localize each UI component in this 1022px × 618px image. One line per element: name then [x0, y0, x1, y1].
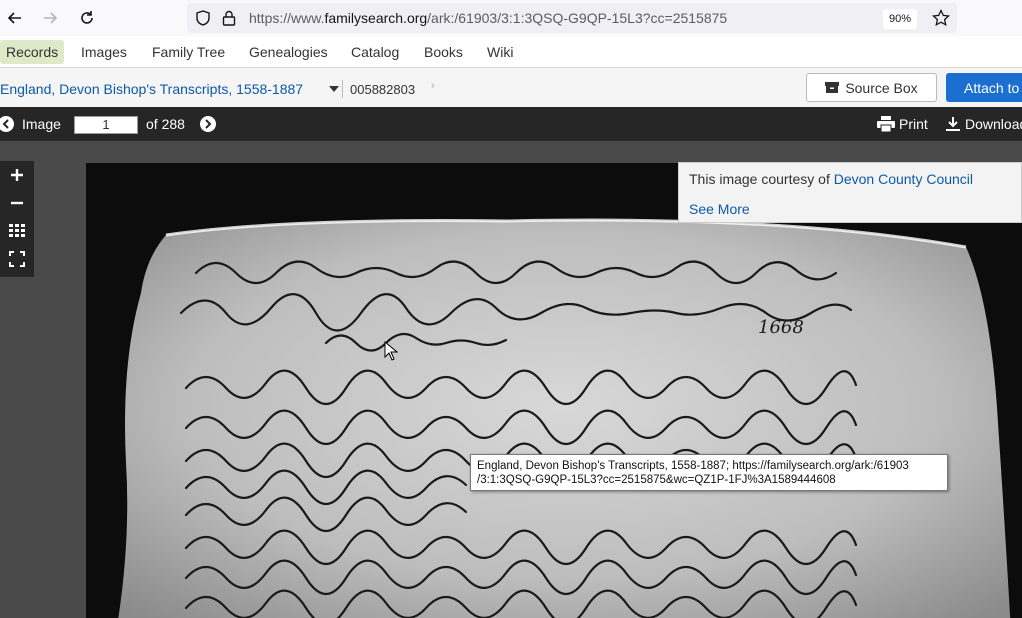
url-text[interactable]: https://www.familysearch.org/ark:/61903/… — [249, 10, 727, 26]
tracking-shield-icon[interactable] — [195, 10, 211, 26]
url-prefix: https://www. — [249, 10, 325, 26]
browser-toolbar: https://www.familysearch.org/ark:/61903/… — [0, 0, 1022, 36]
forward-arrow-icon — [44, 12, 58, 24]
courtesy-line: This image courtesy of Devon County Coun… — [689, 171, 973, 187]
fullscreen-button[interactable] — [0, 245, 34, 273]
back-button[interactable] — [3, 6, 27, 30]
nav-catalog[interactable]: Catalog — [347, 40, 403, 64]
chevron-right-icon — [205, 119, 212, 129]
nav-books[interactable]: Books — [420, 40, 467, 64]
minus-icon — [11, 201, 23, 205]
printer-icon — [877, 116, 895, 132]
url-host: familysearch.org — [324, 10, 428, 26]
fullscreen-icon — [9, 251, 25, 267]
chevron-right-icon: › — [431, 80, 435, 92]
tooltip-line-2: /3:1:3QSQ-G9QP-15L3?cc=2515875&wc=QZ1P-1… — [477, 474, 836, 486]
citation-tooltip: England, Devon Bishop's Transcripts, 155… — [470, 454, 948, 491]
collection-title-link[interactable]: England, Devon Bishop's Transcripts, 155… — [0, 81, 303, 97]
image-label: Image — [22, 116, 61, 132]
page-number-input[interactable]: 1 — [74, 116, 138, 134]
page-count-label: of 288 — [146, 116, 185, 132]
nav-family-tree[interactable]: Family Tree — [148, 40, 229, 64]
download-icon — [946, 117, 960, 131]
download-button[interactable]: Download — [945, 116, 1022, 132]
gallery-view-button[interactable] — [0, 217, 34, 245]
see-more-link[interactable]: See More — [689, 201, 750, 217]
next-image-button[interactable] — [200, 116, 216, 132]
devon-council-link[interactable]: Devon County Council — [834, 171, 973, 187]
zoom-level-badge[interactable]: 90% — [883, 9, 917, 29]
bookmark-star-icon[interactable] — [932, 9, 950, 27]
lock-icon[interactable] — [222, 10, 236, 26]
site-navigation: Records Images Family Tree Genealogies C… — [0, 36, 1022, 68]
nav-images[interactable]: Images — [77, 40, 131, 64]
print-button[interactable]: Print — [877, 116, 928, 132]
source-box-label: Source Box — [845, 79, 918, 96]
forward-button[interactable] — [38, 6, 62, 30]
zoom-out-button[interactable] — [0, 189, 34, 217]
previous-image-button[interactable] — [0, 116, 14, 132]
image-viewer[interactable]: 1668 This image courtesy of Devon County… — [0, 141, 1022, 618]
url-path: /ark:/61903/3:1:3QSQ-G9QP-15L3?cc=251587… — [427, 10, 728, 26]
zoom-in-button[interactable] — [0, 161, 34, 189]
nav-records[interactable]: Records — [0, 40, 65, 64]
image-toolbar: Image 1 of 288 Print Download — [0, 107, 1022, 141]
image-courtesy-panel: This image courtesy of Devon County Coun… — [678, 162, 1022, 223]
collection-bar: England, Devon Bishop's Transcripts, 155… — [0, 68, 1022, 107]
nav-wiki[interactable]: Wiki — [483, 40, 517, 64]
source-box-button[interactable]: Source Box — [806, 73, 937, 102]
collection-dropdown-icon[interactable] — [329, 86, 339, 92]
reload-button[interactable] — [75, 6, 99, 30]
film-number: 005882803 — [350, 82, 416, 97]
year-annotation: 1668 — [758, 317, 804, 338]
download-label: Download — [965, 116, 1022, 132]
divider — [342, 80, 343, 98]
courtesy-text: This image courtesy of — [689, 171, 834, 187]
back-arrow-icon — [7, 12, 21, 24]
nav-genealogies[interactable]: Genealogies — [245, 40, 332, 64]
source-box-icon — [825, 82, 840, 93]
plus-icon — [11, 169, 23, 181]
print-label: Print — [899, 116, 928, 132]
reload-icon — [81, 11, 93, 24]
attach-to-tree-button[interactable]: Attach to Tree — [946, 73, 1022, 102]
zoom-controls — [0, 161, 34, 277]
mouse-cursor-icon — [384, 341, 398, 361]
tooltip-line-1: England, Devon Bishop's Transcripts, 155… — [477, 460, 909, 472]
grid-icon — [9, 224, 25, 237]
address-bar[interactable]: https://www.familysearch.org/ark:/61903/… — [187, 3, 957, 33]
chevron-left-icon — [2, 119, 9, 129]
document-image[interactable]: 1668 — [86, 163, 1022, 618]
handwritten-register-page: 1668 — [118, 218, 1011, 618]
